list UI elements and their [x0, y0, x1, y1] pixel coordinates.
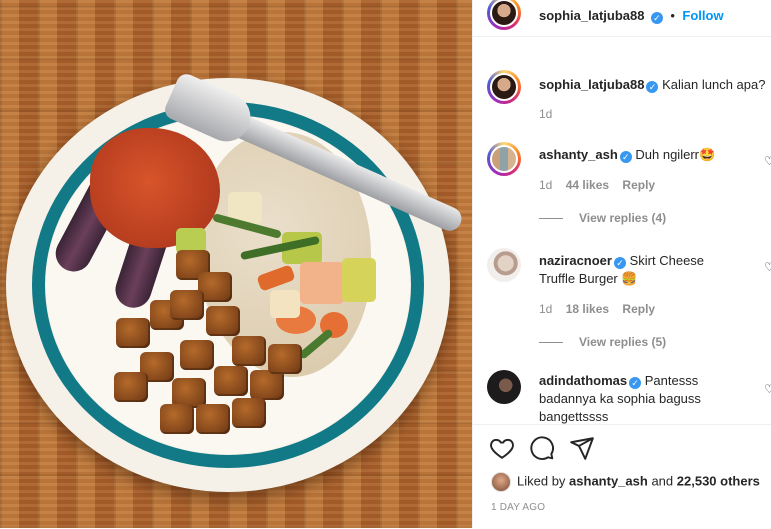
comment-username[interactable]: ashanty_ash: [539, 147, 618, 162]
caption-text: Kalian lunch apa?: [662, 77, 766, 92]
comment-meta: 1d 44 likes Reply: [539, 178, 655, 192]
liked-by-line: Liked by ashanty_ash and 22,530 others: [491, 472, 760, 492]
tempeh: [114, 372, 148, 402]
tempeh: [206, 306, 240, 336]
post-side-panel: sophia_latjuba88 ✓ • Follow sophia_latju…: [472, 0, 771, 528]
tempeh: [196, 404, 230, 434]
tempeh: [250, 370, 284, 400]
commenter-avatar[interactable]: [487, 142, 521, 176]
view-replies-button[interactable]: View replies (5): [539, 335, 666, 349]
tempeh: [214, 366, 248, 396]
comment-meta: 1d 18 likes Reply: [539, 302, 655, 316]
comment-time: 1d: [539, 302, 553, 316]
comments-list[interactable]: sophia_latjuba88 ✓ Kalian lunch apa? 1d a…: [473, 52, 771, 424]
commenter-avatar[interactable]: [487, 248, 521, 282]
liked-by-others[interactable]: 22,530 others: [677, 473, 760, 488]
comment-like-heart-icon[interactable]: ♡: [764, 260, 771, 274]
commenter-avatar[interactable]: [487, 370, 521, 404]
post-header: sophia_latjuba88 ✓ • Follow: [473, 0, 771, 37]
header-line: sophia_latjuba88 ✓ • Follow: [539, 7, 724, 25]
comment-username[interactable]: adindathomas: [539, 373, 627, 388]
follow-button[interactable]: Follow: [682, 8, 723, 23]
tempeh: [160, 404, 194, 434]
liker-avatar[interactable]: [491, 472, 511, 492]
verified-badge-icon: ✓: [646, 81, 659, 93]
commenter-avatar-image: [490, 145, 518, 173]
comment-username[interactable]: naziracnoer: [539, 253, 612, 268]
author-avatar-image: [490, 73, 518, 101]
verified-badge-icon: ✓: [613, 257, 626, 269]
tempeh: [232, 398, 266, 428]
tempeh: [180, 340, 214, 370]
comment-likes[interactable]: 18 likes: [566, 302, 609, 316]
comment-body: adindathomas ✓ Pantesss badannya ka sophi…: [539, 372, 729, 424]
comment-like-heart-icon[interactable]: ♡: [764, 154, 771, 168]
post-time-ago[interactable]: 1 DAY AGO: [491, 502, 545, 513]
reply-button[interactable]: Reply: [622, 302, 655, 316]
tempeh: [232, 336, 266, 366]
comment-time: 1d: [539, 178, 553, 192]
author-avatar[interactable]: [487, 70, 521, 104]
view-replies-label: View replies (5): [579, 335, 667, 349]
tempeh: [268, 344, 302, 374]
comment-body: naziracnoer ✓ Skirt Cheese Truffle Burger…: [539, 252, 729, 288]
tempeh: [116, 318, 150, 348]
comment-like-heart-icon[interactable]: ♡: [764, 382, 771, 396]
caption-username[interactable]: sophia_latjuba88: [539, 77, 644, 92]
verified-badge-icon: ✓: [650, 12, 663, 24]
replies-divider-line: [539, 218, 563, 220]
comment-body: ashanty_ash ✓ Duh ngilerr🤩: [539, 146, 749, 164]
caption-time: 1d: [539, 107, 553, 121]
reply-button[interactable]: Reply: [622, 178, 655, 192]
verified-badge-icon: ✓: [629, 377, 642, 389]
view-replies-button[interactable]: View replies (4): [539, 211, 666, 225]
comment-text: Duh ngilerr🤩: [635, 147, 716, 162]
liked-by-user[interactable]: ashanty_ash: [569, 473, 648, 488]
vegetable: [300, 262, 344, 304]
post-photo[interactable]: [0, 0, 472, 528]
replies-divider-line: [539, 342, 563, 344]
tempeh: [170, 290, 204, 320]
commenter-avatar-image: [487, 370, 521, 404]
comment-icon[interactable]: [529, 435, 555, 461]
separator-dot: •: [670, 8, 675, 23]
comment-likes[interactable]: 44 likes: [566, 178, 609, 192]
vegetable: [270, 290, 300, 318]
vegetable: [342, 258, 376, 302]
post-actions: Liked by ashanty_ash and 22,530 others: [473, 424, 771, 529]
author-avatar-image: [490, 0, 518, 27]
liked-by-and: and: [651, 473, 674, 489]
share-icon[interactable]: [569, 435, 595, 461]
verified-badge-icon: ✓: [619, 151, 632, 163]
author-username[interactable]: sophia_latjuba88: [539, 8, 644, 23]
caption: sophia_latjuba88 ✓ Kalian lunch apa?: [539, 76, 771, 94]
author-avatar[interactable]: [487, 0, 521, 30]
view-replies-label: View replies (4): [579, 211, 667, 225]
heart-icon[interactable]: [489, 435, 515, 461]
commenter-avatar-image: [487, 248, 521, 282]
liked-by-prefix: Liked by: [517, 473, 566, 489]
